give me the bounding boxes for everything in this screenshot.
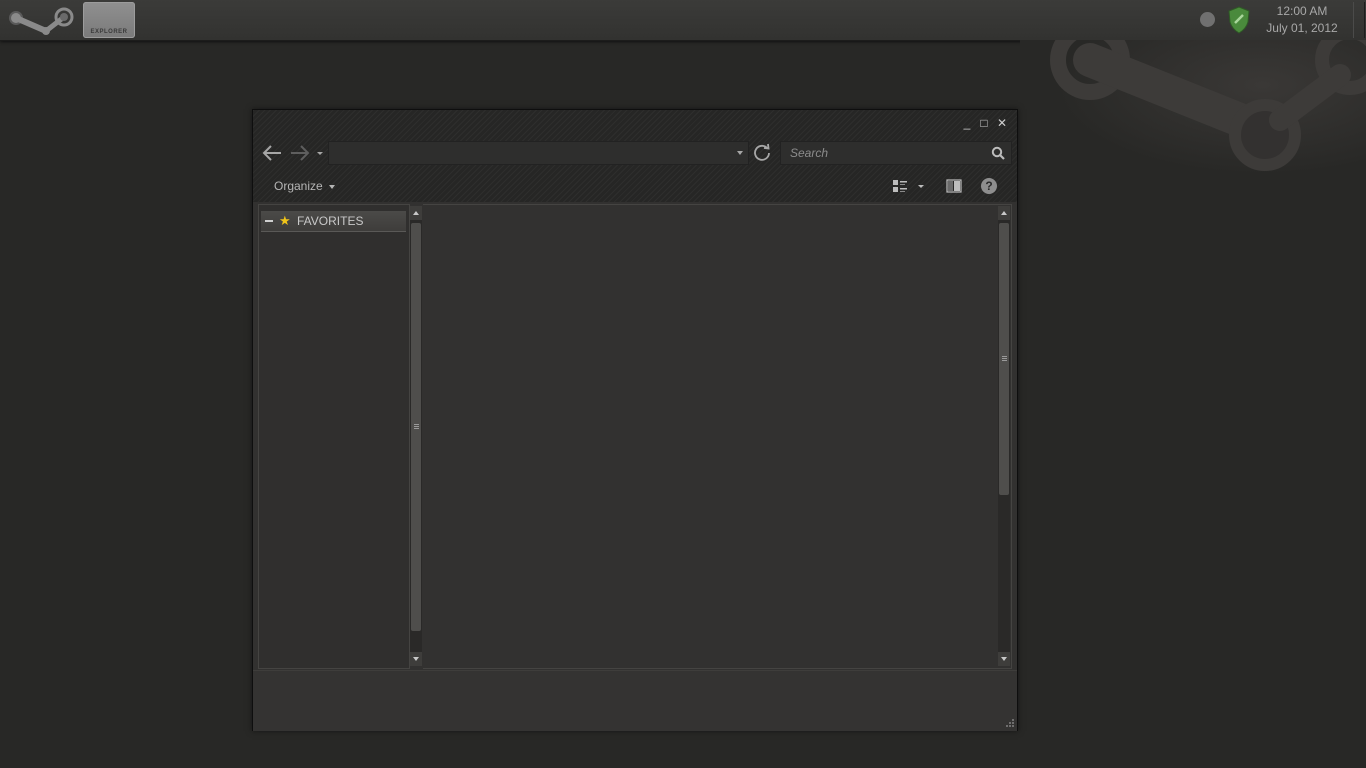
navigation-scrollbar[interactable]: [410, 206, 422, 666]
scroll-up-arrow-icon[interactable]: [998, 206, 1010, 220]
help-icon[interactable]: ?: [981, 178, 997, 194]
address-chevron-down-icon[interactable]: [736, 150, 744, 156]
maximize-button[interactable]: □: [976, 116, 992, 130]
forward-arrow-icon[interactable]: [289, 143, 311, 163]
content-scrollbar[interactable]: [998, 206, 1010, 666]
minimize-button[interactable]: _: [959, 116, 975, 130]
favorites-group-header[interactable]: ★ FAVORITES: [261, 211, 406, 232]
taskbar: EXPLORER 12:00 AM July 01, 2012: [0, 0, 1366, 41]
search-input[interactable]: [781, 142, 981, 164]
scrollbar-thumb[interactable]: [411, 223, 421, 631]
explorer-task-label: EXPLORER: [90, 29, 128, 35]
search-icon[interactable]: [991, 146, 1005, 160]
scroll-up-arrow-icon[interactable]: [410, 206, 422, 220]
preview-pane-icon[interactable]: [946, 179, 962, 193]
status-indicator-icon[interactable]: [1200, 12, 1215, 27]
change-view-icon[interactable]: [891, 178, 927, 194]
organize-menu[interactable]: Organize: [274, 179, 335, 193]
scrollbar-grip-icon: [1002, 356, 1007, 362]
refresh-icon[interactable]: [753, 143, 771, 161]
scroll-down-arrow-icon[interactable]: [998, 652, 1010, 666]
clock-time: 12:00 AM: [1276, 4, 1328, 18]
close-button[interactable]: ✕: [994, 116, 1010, 130]
scrollbar-grip-icon: [414, 424, 419, 430]
explorer-taskbar-button[interactable]: EXPLORER: [83, 2, 135, 38]
clock-date: July 01, 2012: [1266, 21, 1338, 35]
steam-logo-icon[interactable]: [6, 5, 76, 37]
organize-label: Organize: [274, 179, 323, 193]
window-chrome: _ □ ✕ Organize: [253, 110, 1017, 202]
explorer-window: _ □ ✕ Organize: [252, 109, 1018, 731]
wallpaper-steam-logo-icon: [1020, 40, 1366, 190]
resize-grip-icon[interactable]: [1005, 718, 1015, 728]
show-desktop-button[interactable]: [1353, 2, 1365, 38]
clock[interactable]: 12:00 AM July 01, 2012: [1262, 3, 1342, 37]
navigation-pane: ★ FAVORITES: [258, 204, 410, 669]
shield-icon[interactable]: [1228, 6, 1250, 34]
back-arrow-icon[interactable]: [261, 143, 283, 163]
file-list-area[interactable]: [423, 204, 1012, 669]
scrollbar-thumb[interactable]: [999, 223, 1009, 495]
collapse-minus-icon[interactable]: [265, 220, 273, 222]
star-icon: ★: [279, 213, 291, 228]
search-box: [780, 141, 1012, 165]
details-pane: [253, 670, 1017, 731]
organize-chevron-down-icon: [328, 184, 335, 189]
favorites-label: FAVORITES: [297, 214, 364, 228]
recent-pages-chevron-down-icon[interactable]: [316, 149, 324, 157]
address-bar[interactable]: [328, 141, 749, 165]
scroll-down-arrow-icon[interactable]: [410, 652, 422, 666]
